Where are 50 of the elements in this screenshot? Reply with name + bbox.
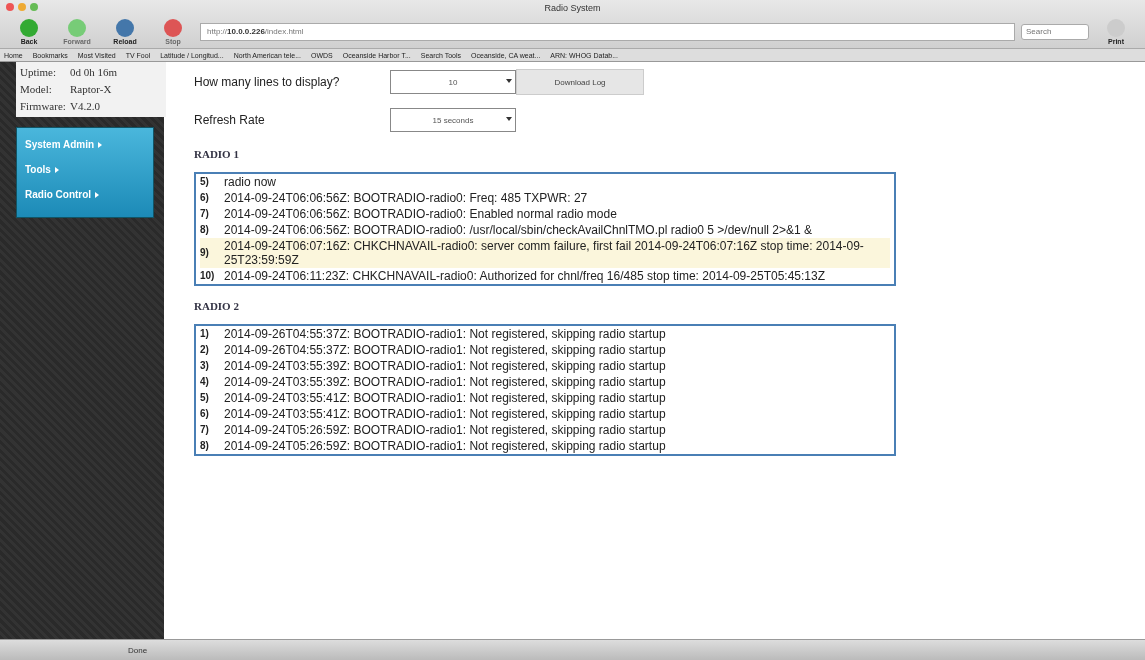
line-number: 8) <box>200 439 210 453</box>
line-number: 7) <box>200 207 210 221</box>
line-number: 9) <box>200 246 210 260</box>
caret-icon <box>506 79 512 83</box>
line-number: 4) <box>200 375 210 389</box>
line-number: 7) <box>200 423 210 437</box>
log-text: 2014-09-24T06:06:56Z: BOOTRADIO-radio0: /usr/local/sbin/checkAvailChnlTMO.pl radio0 5 >/dev/null 2>&1 & <box>224 223 814 237</box>
close-button[interactable] <box>6 3 14 11</box>
log-text: 2014-09-24T06:11:23Z: CHKCHNAVAIL-radio0: Authorized for chnl/freq 16/485 stop time: 2014-09-25T05:45:13Z <box>224 269 826 283</box>
info-value: 0d 0h 16m <box>70 65 119 80</box>
line-number: 10) <box>200 269 216 283</box>
log-text: 2014-09-24T06:06:56Z: BOOTRADIO-radio0: Freq: 485 TXPWR: 27 <box>224 191 589 205</box>
info-label: Firmware: <box>20 99 67 114</box>
log-text: 2014-09-26T04:55:37Z: BOOTRADIO-radio1: Not registered, skipping radio startup <box>224 343 667 357</box>
line-number: 6) <box>200 191 210 205</box>
caret-icon <box>506 117 512 121</box>
download-log-button[interactable]: Download Log <box>516 69 644 95</box>
info-label: Model: <box>20 82 53 97</box>
minimize-button[interactable] <box>18 3 26 11</box>
section-heading: RADIO 1 <box>194 148 240 160</box>
url-field[interactable]: http://10.0.0.226/index.html <box>200 22 1015 41</box>
log-text: 2014-09-24T03:55:41Z: BOOTRADIO-radio1: Not registered, skipping radio startup <box>224 391 667 405</box>
log-text: 2014-09-24T03:55:39Z: BOOTRADIO-radio1: Not registered, skipping radio startup <box>224 359 667 373</box>
window-title: Radio System <box>544 2 601 13</box>
refresh-select[interactable]: 15 seconds <box>390 108 516 132</box>
log-text: 2014-09-24T03:55:39Z: BOOTRADIO-radio1: Not registered, skipping radio startup <box>224 375 667 389</box>
log-text: 2014-09-24T06:06:56Z: BOOTRADIO-radio0: Enabled normal radio mode <box>224 207 618 221</box>
line-number: 1) <box>200 327 210 341</box>
section-heading: RADIO 2 <box>194 300 240 312</box>
line-number: 5) <box>200 175 210 189</box>
log-text: 2014-09-26T04:55:37Z: BOOTRADIO-radio1: Not registered, skipping radio startup <box>224 327 667 341</box>
line-number: 2) <box>200 343 210 357</box>
line-number: 8) <box>200 223 210 237</box>
line-number: 6) <box>200 407 210 421</box>
line-number: 5) <box>200 391 210 405</box>
refresh-label: Refresh Rate <box>194 113 266 127</box>
log-text: 2014-09-24T05:26:59Z: BOOTRADIO-radio1: Not registered, skipping radio startup <box>224 423 667 437</box>
log-text: 2014-09-24T03:55:41Z: BOOTRADIO-radio1: Not registered, skipping radio startup <box>224 407 667 421</box>
zoom-button[interactable] <box>30 3 38 11</box>
info-value: V4.2.0 <box>70 99 101 114</box>
status-text: Done <box>128 645 148 655</box>
info-label: Uptime: <box>20 65 58 80</box>
log-text: radio now <box>224 175 278 189</box>
log-text: 2014-09-24T06:07:16Z: CHKCHNAVAIL-radio0: server comm failure, first fail 2014-09-24T06:07:16Z stop time: 2014-09-25T23:59:59Z <box>224 239 865 267</box>
info-value: Raptor-X <box>70 82 113 97</box>
search-field[interactable]: Search <box>1021 23 1089 40</box>
lines-select[interactable]: 10 <box>390 70 516 94</box>
line-number: 3) <box>200 359 210 373</box>
log-text: 2014-09-24T05:26:59Z: BOOTRADIO-radio1: Not registered, skipping radio startup <box>224 439 667 453</box>
lines-label: How many lines to display? <box>194 75 341 89</box>
